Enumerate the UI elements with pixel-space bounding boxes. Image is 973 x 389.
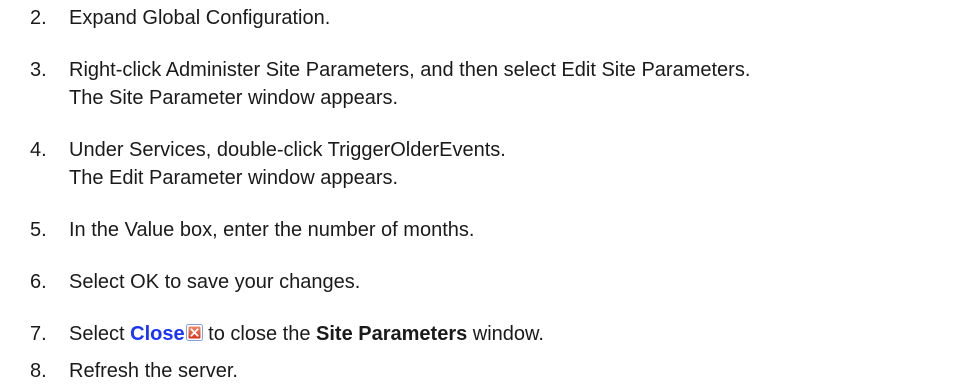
step-number: 4. xyxy=(30,139,47,161)
step-text: Refresh the server. xyxy=(69,360,238,382)
step-text: Under Services, double-click TriggerOlde… xyxy=(69,136,959,192)
step-line: The Edit Parameter window appears. xyxy=(69,167,399,189)
step-number: 8. xyxy=(30,360,47,382)
site-parameters-label: Site Parameters xyxy=(316,323,468,345)
step-number: 3. xyxy=(30,59,47,81)
step-number: 7. xyxy=(30,323,47,345)
step-line: The Site Parameter window appears. xyxy=(69,87,399,109)
step-text-suffix: window. xyxy=(467,323,544,345)
step-text: Select Close to close the Site Parameter… xyxy=(69,320,959,348)
step-number: 6. xyxy=(30,271,47,293)
step-text: Expand Global Configuration. xyxy=(69,7,331,29)
step-line: Right-click Administer Site Parameters, … xyxy=(69,59,751,81)
step-number: 5. xyxy=(30,219,47,241)
step-text-middle: to close the xyxy=(202,323,317,345)
step-text: Right-click Administer Site Parameters, … xyxy=(69,56,959,112)
step-text: In the Value box, enter the number of mo… xyxy=(69,219,475,241)
step-text: Select OK to save your changes. xyxy=(69,271,361,293)
step-number: 2. xyxy=(30,7,47,29)
step-text-prefix: Select xyxy=(69,323,131,345)
close-x-icon[interactable] xyxy=(185,321,203,341)
step-line: Under Services, double-click TriggerOlde… xyxy=(69,139,506,161)
close-link[interactable]: Close xyxy=(130,323,184,345)
